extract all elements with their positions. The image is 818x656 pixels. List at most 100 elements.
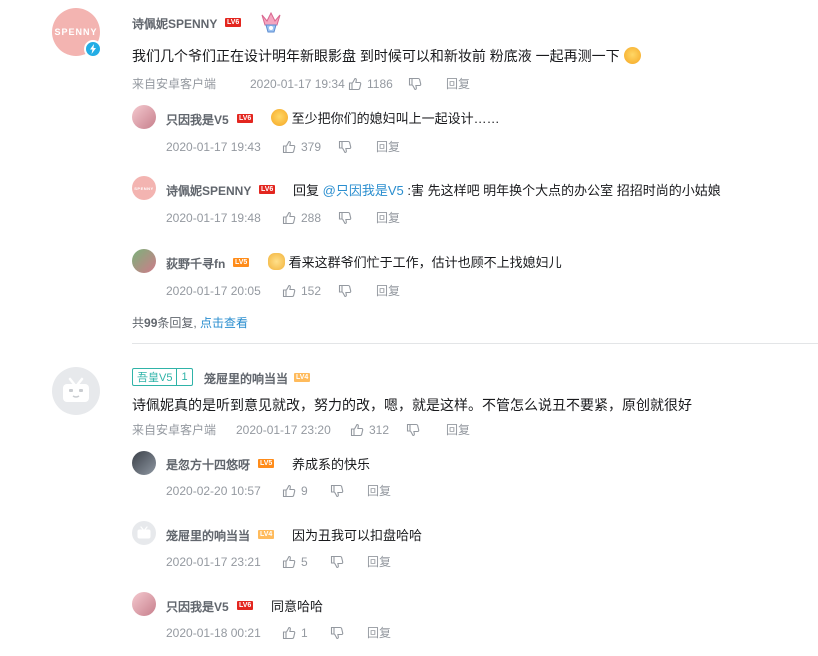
like-count: 9 (301, 483, 308, 498)
comment-text: 我们几个爷们正在设计明年新眼影盘 到时候可以和新妆前 粉底液 一起再测一下 (132, 46, 641, 66)
reply-button[interactable]: 回复 (367, 553, 391, 570)
decoration-badge-icon (258, 9, 284, 35)
username[interactable]: 笼屉里的响当当 (166, 527, 250, 544)
level-badge: LV5 (233, 258, 250, 267)
fan-medal-badge[interactable]: 吾皇V5 1 (132, 368, 193, 386)
thumbs-down-icon (338, 284, 352, 297)
fan-medal-level: 1 (181, 371, 188, 383)
dislike-button[interactable] (338, 284, 376, 298)
view-more-link[interactable]: 点击查看 (200, 316, 248, 330)
like-button[interactable]: 1 (282, 626, 330, 640)
timestamp: 2020-01-17 23:21 (166, 554, 261, 569)
like-button[interactable]: 1186 (348, 77, 408, 91)
divider (132, 343, 818, 344)
timestamp: 2020-01-17 19:48 (166, 210, 261, 225)
timestamp: 2020-02-20 10:57 (166, 483, 261, 498)
timestamp: 2020-01-18 00:21 (166, 625, 261, 640)
reply-button[interactable]: 回复 (376, 282, 400, 299)
avatar-text: SPENNY (134, 185, 154, 191)
thumbs-down-icon (406, 423, 420, 436)
level-badge: LV6 (259, 185, 276, 194)
avatar[interactable] (132, 592, 156, 616)
reply-meta: 2020-02-20 10:57 9 回复 (166, 482, 391, 499)
reply-meta: 2020-01-17 19:43 379 回复 (166, 138, 400, 155)
reply-meta: 2020-01-17 20:05 152 回复 (166, 282, 400, 299)
like-count: 379 (301, 139, 322, 154)
comment-meta: 来自安卓客户端 2020-01-17 19:34 1186 回复 (132, 75, 470, 92)
avatar[interactable]: SPENNY (52, 8, 102, 58)
verified-bolt-icon (84, 40, 102, 58)
reply-button[interactable]: 回复 (446, 75, 470, 92)
like-button[interactable]: 152 (282, 284, 338, 298)
like-count: 312 (369, 422, 390, 437)
dislike-button[interactable] (330, 555, 367, 569)
level-badge: LV6 (237, 601, 254, 610)
username[interactable]: 荻野千寻fn (166, 255, 225, 272)
dislike-button[interactable] (408, 77, 446, 91)
dislike-button[interactable] (330, 484, 367, 498)
like-count: 5 (301, 554, 308, 569)
thumbs-down-icon (338, 211, 352, 224)
like-button[interactable]: 9 (282, 484, 330, 498)
thumbs-down-icon (330, 484, 344, 497)
thumbs-down-icon (408, 77, 422, 90)
username[interactable]: 只因我是V5 (166, 111, 229, 128)
view-more-replies: 共99条回复, 点击查看 (132, 316, 249, 330)
thumbs-down-icon (338, 140, 352, 153)
reply-meta: 2020-01-17 19:48 288 回复 (166, 209, 400, 226)
reply-button[interactable]: 回复 (367, 624, 391, 641)
dislike-button[interactable] (338, 211, 376, 225)
username[interactable]: 诗佩妮SPENNY (166, 182, 251, 199)
reply-button[interactable]: 回复 (376, 209, 400, 226)
reply-text: 看来这群爷们忙于工作，估计也顾不上找媳妇儿 (268, 252, 562, 271)
avatar[interactable] (132, 451, 156, 475)
timestamp: 2020-01-17 23:20 (236, 422, 331, 437)
dislike-button[interactable] (330, 626, 367, 640)
avatar[interactable] (52, 367, 100, 415)
cheeky-emoji-icon (623, 47, 641, 64)
fan-medal-name: 吾皇V5 (133, 369, 178, 385)
tv-placeholder-icon (137, 526, 151, 539)
username[interactable]: 笼屉里的响当当 (204, 370, 288, 387)
source-label: 来自安卓客户端 (132, 77, 217, 91)
like-count: 288 (301, 210, 322, 225)
thumbs-up-icon (282, 626, 296, 639)
like-count: 152 (301, 283, 322, 298)
username[interactable]: 诗佩妮SPENNY (132, 15, 217, 32)
reply-text: 至少把你们的媳妇叫上一起设计…… (271, 108, 500, 127)
avatar[interactable] (132, 105, 156, 129)
reply-button[interactable]: 回复 (376, 138, 400, 155)
reply-text: 养成系的快乐 (292, 457, 371, 472)
level-badge: LV5 (258, 459, 275, 468)
dislike-button[interactable] (406, 423, 446, 437)
avatar[interactable] (132, 249, 156, 273)
reply-text: 因为丑我可以扣盘哈哈 (292, 528, 423, 543)
like-button[interactable]: 5 (282, 555, 330, 569)
level-badge: LV4 (294, 373, 311, 382)
thumbs-down-icon (330, 555, 344, 568)
like-button[interactable]: 288 (282, 211, 338, 225)
mention-link[interactable]: @只因我是V5 (323, 183, 404, 198)
thumbs-up-icon (282, 140, 296, 153)
avatar-text: SPENNY (54, 27, 98, 37)
like-button[interactable]: 379 (282, 140, 338, 154)
username[interactable]: 只因我是V5 (166, 598, 229, 615)
timestamp: 2020-01-17 19:34 (250, 76, 345, 91)
reply-text: 回复 @只因我是V5 :害 先这样吧 明年换个大点的办公室 招招时尚的小姑娘 (293, 183, 721, 198)
dislike-button[interactable] (338, 140, 376, 154)
comment-text: 诗佩妮真的是听到意见就改，努力的改，嗯，就是这样。不管怎么说丑不要紧，原创就很好 (132, 397, 692, 413)
doge-emoji-icon (268, 253, 285, 270)
reply-button[interactable]: 回复 (446, 421, 470, 438)
avatar[interactable] (132, 521, 156, 545)
avatar[interactable]: SPENNY (132, 176, 156, 200)
reply-button[interactable]: 回复 (367, 482, 391, 499)
cheeky-emoji-icon (271, 109, 288, 126)
level-badge: LV6 (237, 114, 254, 123)
thumbs-up-icon (282, 484, 296, 497)
thumbs-up-icon (282, 555, 296, 568)
username[interactable]: 是忽方十四悠呀 (166, 456, 250, 473)
tv-placeholder-icon (63, 377, 89, 402)
thumbs-up-icon (282, 211, 296, 224)
like-button[interactable]: 312 (350, 423, 406, 437)
comment-meta: 来自安卓客户端 2020-01-17 23:20 312 回复 (132, 421, 470, 438)
